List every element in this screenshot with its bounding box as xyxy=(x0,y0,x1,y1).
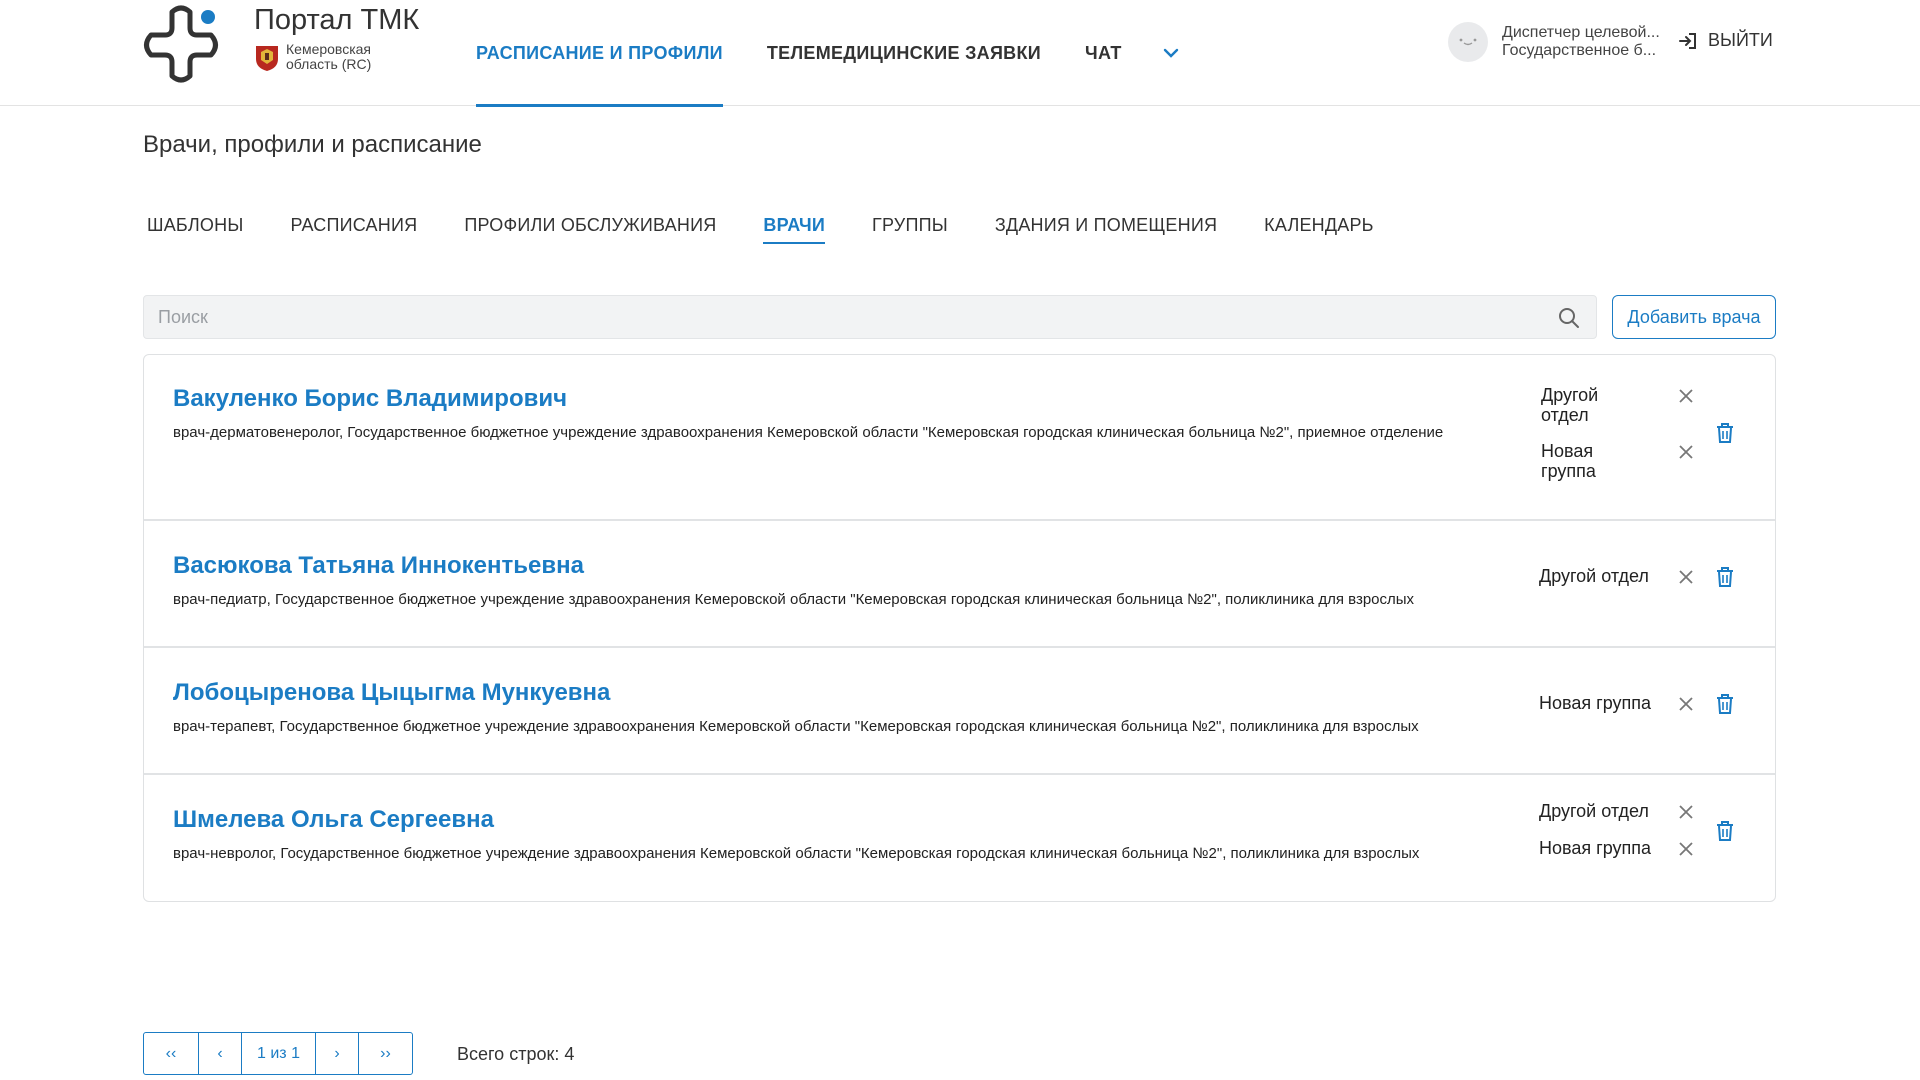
prev-page-button[interactable]: ‹ xyxy=(199,1033,242,1074)
user-role: Диспетчер целевой... xyxy=(1502,24,1660,41)
nav-telemedicine-requests[interactable]: ТЕЛЕМЕДИЦИНСКИЕ ЗАЯВКИ xyxy=(767,0,1041,106)
nav-schedule-profiles[interactable]: РАСПИСАНИЕ И ПРОФИЛИ xyxy=(476,0,723,107)
doctor-description: врач-терапевт, Государственное бюджетное… xyxy=(173,718,1419,735)
remove-tag-icon[interactable] xyxy=(1675,566,1697,588)
table-row: Васюкова Татьяна Иннокентьевна врач-педи… xyxy=(144,521,1775,648)
doctor-name[interactable]: Васюкова Татьяна Иннокентьевна xyxy=(173,552,584,580)
pagination: ‹‹ ‹ 1 из 1 › ›› xyxy=(143,1032,413,1075)
doctor-description: врач-дерматовенеролог, Государственное б… xyxy=(173,424,1444,441)
table-row: Лобоцыренова Цыцыгма Мункуевна врач-тера… xyxy=(144,648,1775,775)
user-profile[interactable]: Диспетчер целевой... Государственное б..… xyxy=(1448,22,1672,62)
tab-schedules[interactable]: РАСПИСАНИЯ xyxy=(290,215,417,244)
section-tabs: ШАБЛОНЫ РАСПИСАНИЯ ПРОФИЛИ ОБСЛУЖИВАНИЯ … xyxy=(147,215,1421,244)
total-rows: Всего строк: 4 xyxy=(457,1044,575,1064)
page-title: Врачи, профили и расписание xyxy=(143,131,482,158)
user-info: Диспетчер целевой... Государственное б..… xyxy=(1502,24,1672,60)
avatar-face-icon xyxy=(1459,38,1477,46)
tmk-logo-icon[interactable] xyxy=(140,4,222,86)
search-icon[interactable] xyxy=(1558,307,1580,329)
doctors-list: Вакуленко Борис Владимирович врач-дермат… xyxy=(143,354,1776,902)
last-page-button[interactable]: ›› xyxy=(359,1033,412,1074)
tab-templates[interactable]: ШАБЛОНЫ xyxy=(147,215,243,244)
add-doctor-button[interactable]: Добавить врача xyxy=(1612,295,1776,339)
tab-buildings-rooms[interactable]: ЗДАНИЯ И ПОМЕЩЕНИЯ xyxy=(995,215,1217,244)
doctor-tag: Другой отдел xyxy=(1541,385,1599,425)
doctor-name[interactable]: Лобоцыренова Цыцыгма Мункуевна xyxy=(173,679,610,707)
avatar xyxy=(1448,22,1488,62)
search-input[interactable] xyxy=(144,296,1596,338)
remove-tag-icon[interactable] xyxy=(1675,693,1697,715)
tab-groups[interactable]: ГРУППЫ xyxy=(872,215,948,244)
delete-trash-icon[interactable] xyxy=(1714,565,1736,589)
tab-calendar[interactable]: КАЛЕНДАРЬ xyxy=(1264,215,1374,244)
main-nav: РАСПИСАНИЕ И ПРОФИЛИ ТЕЛЕМЕДИЦИНСКИЕ ЗАЯ… xyxy=(476,0,1180,107)
search-box xyxy=(143,295,1597,339)
remove-tag-icon[interactable] xyxy=(1675,441,1697,463)
doctor-tag: Другой отдел xyxy=(1539,801,1649,821)
region-label: Кемеровская область (RC) xyxy=(286,41,372,72)
portal-title: Портал ТМК xyxy=(254,4,420,36)
delete-trash-icon[interactable] xyxy=(1714,421,1736,445)
first-page-button[interactable]: ‹‹ xyxy=(144,1033,199,1074)
region-emblem-icon xyxy=(256,46,278,71)
doctor-name[interactable]: Шмелева Ольга Сергеевна xyxy=(173,806,494,834)
nav-chat[interactable]: ЧАТ xyxy=(1085,0,1122,106)
page-indicator: 1 из 1 xyxy=(242,1033,316,1074)
tab-service-profiles[interactable]: ПРОФИЛИ ОБСЛУЖИВАНИЯ xyxy=(464,215,716,244)
remove-tag-icon[interactable] xyxy=(1675,838,1697,860)
table-row: Шмелева Ольга Сергеевна врач-невролог, Г… xyxy=(144,775,1775,901)
nav-more-button[interactable] xyxy=(1162,0,1180,106)
remove-tag-icon[interactable] xyxy=(1675,385,1697,407)
region-selector[interactable]: Кемеровская область (RC) xyxy=(254,42,406,72)
logout-button[interactable]: ВЫЙТИ xyxy=(1678,30,1773,51)
top-header: Портал ТМК Кемеровская область (RC) РАСП… xyxy=(0,0,1920,107)
doctor-tag: Новая группа xyxy=(1539,693,1652,713)
user-organization: Государственное б... xyxy=(1502,42,1657,59)
delete-trash-icon[interactable] xyxy=(1714,692,1736,716)
doctor-name[interactable]: Вакуленко Борис Владимирович xyxy=(173,385,567,413)
chevron-down-icon xyxy=(1163,48,1178,58)
doctor-description: врач-невролог, Государственное бюджетное… xyxy=(173,845,1420,862)
table-row: Вакуленко Борис Владимирович врач-дермат… xyxy=(144,355,1775,521)
logout-label: ВЫЙТИ xyxy=(1708,30,1773,50)
next-page-button[interactable]: › xyxy=(316,1033,359,1074)
doctor-description: врач-педиатр, Государственное бюджетное … xyxy=(173,591,1415,608)
doctor-tag: Другой отдел xyxy=(1539,566,1649,586)
doctor-tag: Новая группа xyxy=(1541,441,1596,481)
delete-trash-icon[interactable] xyxy=(1714,819,1736,843)
logout-icon xyxy=(1679,32,1696,49)
remove-tag-icon[interactable] xyxy=(1675,801,1697,823)
doctor-tag: Новая группа xyxy=(1539,838,1652,858)
tab-doctors[interactable]: ВРАЧИ xyxy=(763,215,825,244)
